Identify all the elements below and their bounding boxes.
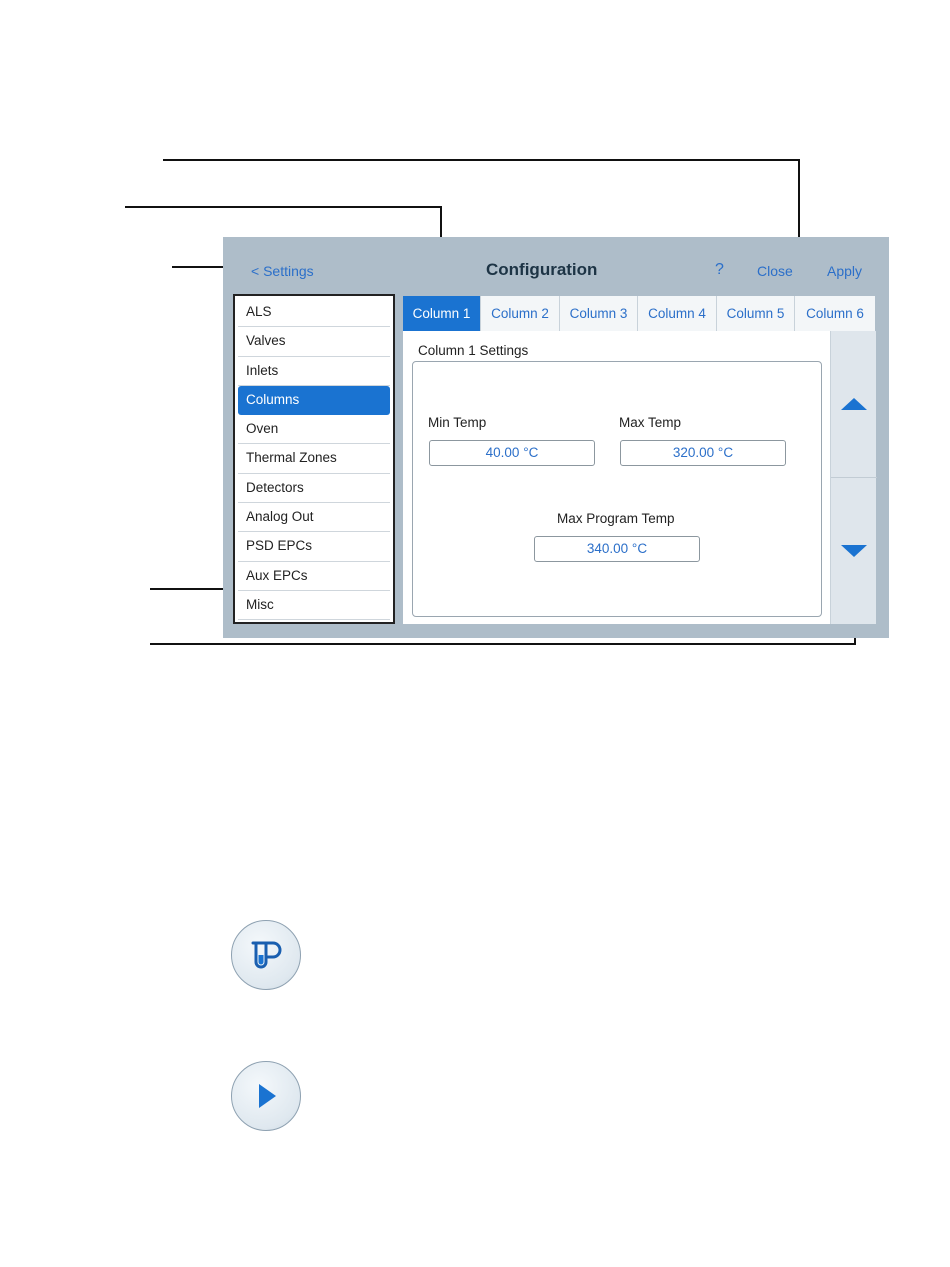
sidebar-item-thermal-zones[interactable]: Thermal Zones bbox=[238, 444, 390, 474]
close-button[interactable]: Close bbox=[757, 263, 793, 279]
sidebar-item-valves[interactable]: Valves bbox=[238, 327, 390, 357]
apply-button[interactable]: Apply bbox=[827, 263, 862, 279]
configuration-panel: < Settings Configuration ? Close Apply A… bbox=[223, 237, 889, 638]
settings-content: Column 1 Settings Min Temp 40.00 °C Max … bbox=[403, 331, 830, 624]
tab-column-3[interactable]: Column 3 bbox=[560, 296, 638, 331]
sidebar-item-als[interactable]: ALS bbox=[238, 298, 390, 328]
callout-line-scroll-h bbox=[150, 643, 856, 645]
tab-column-5[interactable]: Column 5 bbox=[717, 296, 795, 331]
tab-column-4[interactable]: Column 4 bbox=[638, 296, 717, 331]
back-to-settings-link[interactable]: < Settings bbox=[251, 263, 314, 279]
method-button[interactable] bbox=[231, 920, 301, 990]
sidebar-item-detectors[interactable]: Detectors bbox=[238, 474, 390, 504]
scroll-bar bbox=[830, 331, 877, 624]
sidebar-item-aux-epcs[interactable]: Aux EPCs bbox=[238, 562, 390, 591]
triangle-up-icon bbox=[841, 398, 867, 410]
sidebar-item-inlets[interactable]: Inlets bbox=[238, 357, 390, 386]
tab-column-2[interactable]: Column 2 bbox=[481, 296, 560, 331]
tab-column-6[interactable]: Column 6 bbox=[795, 296, 875, 331]
callout-line-apply-h bbox=[163, 159, 800, 161]
sidebar-item-columns[interactable]: Columns bbox=[238, 385, 390, 416]
scroll-up-button[interactable] bbox=[831, 331, 877, 477]
sidebar-item-misc[interactable]: Misc bbox=[238, 591, 390, 621]
column-tabs: Column 1 Column 2 Column 3 Column 4 Colu… bbox=[403, 296, 875, 331]
start-run-button[interactable] bbox=[231, 1061, 301, 1131]
section-title: Column 1 Settings bbox=[418, 343, 529, 358]
min-temp-field[interactable]: 40.00 °C bbox=[429, 440, 595, 466]
play-icon bbox=[259, 1084, 276, 1108]
sidebar-menu: ALS Valves Inlets Columns Oven Thermal Z… bbox=[233, 294, 395, 624]
triangle-down-icon bbox=[841, 545, 867, 557]
max-program-temp-field[interactable]: 340.00 °C bbox=[534, 536, 700, 562]
max-temp-label: Max Temp bbox=[619, 415, 682, 430]
sidebar-item-analog-out[interactable]: Analog Out bbox=[238, 503, 390, 533]
max-program-temp-label: Max Program Temp bbox=[557, 511, 675, 526]
settings-group-box: Min Temp 40.00 °C Max Temp 320.00 °C Max… bbox=[412, 361, 822, 617]
scroll-down-button[interactable] bbox=[831, 478, 877, 624]
sidebar-item-psd-epcs[interactable]: PSD EPCs bbox=[238, 532, 390, 562]
max-temp-field[interactable]: 320.00 °C bbox=[620, 440, 786, 466]
test-tube-p-icon bbox=[251, 941, 282, 969]
help-button[interactable]: ? bbox=[715, 261, 724, 279]
tab-column-1[interactable]: Column 1 bbox=[403, 296, 481, 331]
page-title: Configuration bbox=[486, 260, 598, 279]
callout-line-tab-h bbox=[125, 206, 442, 208]
sidebar-item-oven[interactable]: Oven bbox=[238, 415, 390, 445]
min-temp-label: Min Temp bbox=[428, 415, 487, 430]
